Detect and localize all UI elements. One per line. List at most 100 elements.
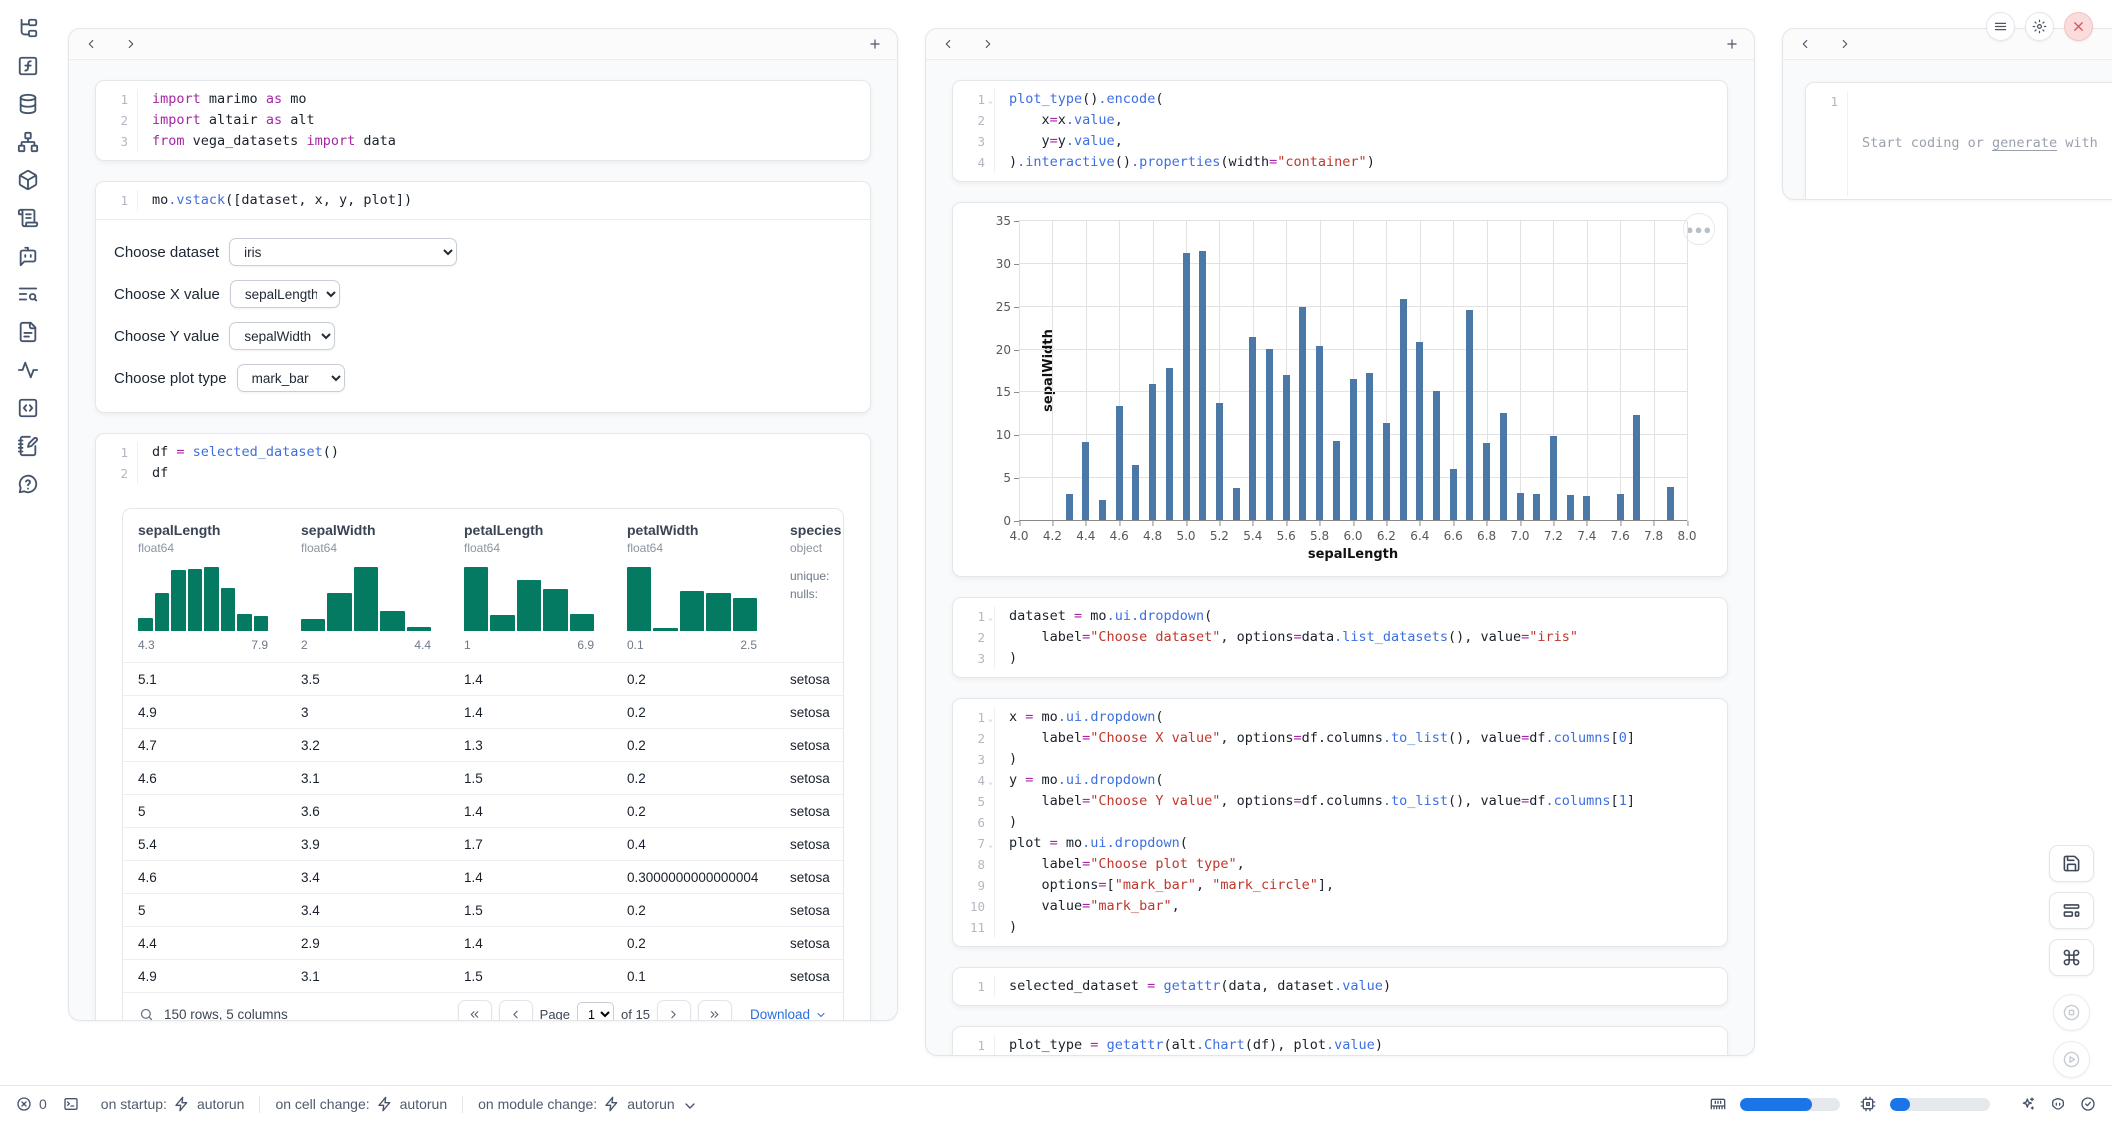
settings-button[interactable] — [2025, 12, 2054, 41]
chart-bar — [1099, 500, 1106, 520]
menu-button[interactable] — [1986, 12, 2015, 41]
chart-bar — [1366, 373, 1373, 520]
cell-xy-plot-dropdowns: 1⌄234⌄567⌄891011x = mo.ui.dropdown( labe… — [952, 698, 1728, 947]
dropdown-select[interactable]: mark_bar — [237, 364, 345, 392]
runtime-config-item[interactable]: on startup:autorun — [101, 1096, 245, 1112]
chart-bar — [1266, 349, 1273, 520]
folder-tree-icon[interactable] — [10, 16, 46, 40]
terminal-icon[interactable] — [63, 1096, 79, 1112]
panel-next-button[interactable] — [1838, 37, 1852, 51]
code-editor[interactable]: 1plot_type = getattr(alt.Chart(df), plot… — [953, 1027, 1727, 1055]
column-next-button[interactable] — [124, 37, 138, 51]
function-square-icon[interactable] — [10, 54, 46, 78]
code-content: selected_dataset = getattr(data, dataset… — [995, 976, 1391, 997]
first-page-button[interactable] — [458, 1000, 492, 1020]
network-icon[interactable] — [10, 130, 46, 154]
fold-chevron-icon[interactable]: ⌄ — [988, 607, 993, 628]
chart-bar — [1400, 299, 1407, 520]
close-button[interactable] — [2064, 12, 2093, 41]
fold-chevron-icon[interactable]: ⌄ — [988, 708, 993, 729]
column-next-button[interactable] — [981, 37, 995, 51]
fold-chevron-icon[interactable]: ⌄ — [988, 90, 993, 111]
add-cell-button[interactable] — [1725, 37, 1739, 51]
box-icon[interactable] — [10, 168, 46, 192]
database-icon[interactable] — [10, 92, 46, 116]
runtime-config-item[interactable]: on module change:autorun — [478, 1096, 694, 1112]
ai-sparkles-icon[interactable] — [2020, 1096, 2036, 1112]
x-axis-tick: 6.4 — [1410, 521, 1429, 543]
y-axis-tick: 15 — [996, 385, 1019, 399]
fold-chevron-icon[interactable]: ⌄ — [988, 771, 993, 792]
code-editor[interactable]: 1⌄234⌄567⌄891011x = mo.ui.dropdown( labe… — [953, 699, 1727, 946]
fold-chevron-icon[interactable]: ⌄ — [988, 834, 993, 855]
table-row[interactable]: 4.63.11.50.2setosa — [123, 761, 843, 794]
square-code-icon[interactable] — [10, 396, 46, 420]
scratchpad-editor[interactable]: 1 Start coding or generate with — [1806, 83, 2112, 199]
keyboard-shortcuts-button[interactable] — [2049, 939, 2094, 976]
text-search-icon[interactable] — [10, 282, 46, 306]
table-column-header[interactable]: speciesobjectunique:nulls: — [790, 522, 843, 652]
bar-chart[interactable]: 4.04.24.44.64.85.05.25.45.65.86.06.26.46… — [1019, 221, 1687, 521]
code-editor[interactable]: 1selected_dataset = getattr(data, datase… — [953, 968, 1727, 1005]
code-editor[interactable]: 12df = selected_dataset()df — [96, 434, 870, 492]
form-row: Choose plot typemark_bar — [114, 364, 852, 392]
table-column-header[interactable]: sepalWidthfloat6424.4 — [301, 522, 464, 652]
table-row[interactable]: 4.93.11.50.1setosa — [123, 959, 843, 992]
download-button[interactable]: Download — [750, 1007, 827, 1020]
code-editor[interactable]: 1⌄234plot_type().encode( x=x.value, y=y.… — [953, 81, 1727, 181]
dropdown-select[interactable]: iris — [229, 238, 457, 266]
code-editor[interactable]: 1⌄23dataset = mo.ui.dropdown( label="Cho… — [953, 598, 1727, 677]
column-prev-button[interactable] — [941, 37, 955, 51]
layout-button[interactable] — [2049, 892, 2094, 929]
table-row[interactable]: 4.931.40.2setosa — [123, 695, 843, 728]
message-question-icon[interactable] — [10, 472, 46, 496]
table-row[interactable]: 53.41.50.2setosa — [123, 893, 843, 926]
table-row[interactable]: 5.43.91.70.4setosa — [123, 827, 843, 860]
chart-bar — [1583, 496, 1590, 520]
zap-icon — [174, 1096, 190, 1112]
cpu-usage-meter — [1890, 1098, 1990, 1111]
code-editor[interactable]: 123import marimo as moimport altair as a… — [96, 81, 870, 160]
code-content: plot_type = getattr(alt.Chart(df), plot.… — [995, 1035, 1383, 1055]
activity-icon[interactable] — [10, 358, 46, 382]
last-page-button[interactable] — [698, 1000, 732, 1020]
table-row[interactable]: 4.73.21.30.2setosa — [123, 728, 843, 761]
connection-status-icon[interactable] — [2080, 1096, 2096, 1112]
dropdown-select[interactable]: sepalWidth — [229, 322, 335, 350]
generate-link[interactable]: generate — [1992, 135, 2057, 151]
table-row[interactable]: 4.63.41.40.3000000000000004setosa — [123, 860, 843, 893]
circle-x-icon — [16, 1096, 32, 1112]
save-button[interactable] — [2049, 845, 2094, 882]
prev-page-button[interactable] — [499, 1000, 533, 1020]
next-page-button[interactable] — [657, 1000, 691, 1020]
table-row[interactable]: 5.13.51.40.2setosa — [123, 662, 843, 695]
bot-message-icon[interactable] — [10, 244, 46, 268]
table-column-header[interactable]: sepalLengthfloat644.37.9 — [138, 522, 301, 652]
config-value: autorun — [400, 1096, 447, 1112]
add-cell-button[interactable] — [868, 37, 882, 51]
table-column-header[interactable]: petalLengthfloat6416.9 — [464, 522, 627, 652]
table-column-header[interactable]: petalWidthfloat640.12.5 — [627, 522, 790, 652]
column-prev-button[interactable] — [84, 37, 98, 51]
copilot-icon[interactable] — [2050, 1096, 2066, 1112]
dropdown-select[interactable]: sepalLength — [230, 280, 340, 308]
run-button[interactable] — [2053, 1041, 2090, 1078]
stop-button[interactable] — [2053, 994, 2090, 1031]
errors-indicator[interactable]: 0 — [16, 1096, 47, 1112]
x-axis-tick: 4.8 — [1143, 521, 1162, 543]
runtime-config-item[interactable]: on cell change:autorun — [275, 1096, 447, 1112]
code-editor[interactable]: 1mo.vstack([dataset, x, y, plot]) — [96, 182, 870, 219]
page-select[interactable]: 1 — [577, 1002, 614, 1020]
panel-prev-button[interactable] — [1798, 37, 1812, 51]
notebook-pen-icon[interactable] — [10, 434, 46, 458]
chart-bar — [1550, 436, 1557, 520]
chart-bar — [1517, 493, 1524, 520]
table-row[interactable]: 4.42.91.40.2setosa — [123, 926, 843, 959]
x-axis-tick: 5.6 — [1277, 521, 1296, 543]
file-text-icon[interactable] — [10, 320, 46, 344]
scroll-text-icon[interactable] — [10, 206, 46, 230]
side-actions — [2049, 845, 2094, 1078]
table-row[interactable]: 53.61.40.2setosa — [123, 794, 843, 827]
chart-output: ●●● sepalWidth 4.04.24.44.64.85.05.25.45… — [952, 202, 1728, 577]
search-icon[interactable] — [139, 1007, 154, 1020]
